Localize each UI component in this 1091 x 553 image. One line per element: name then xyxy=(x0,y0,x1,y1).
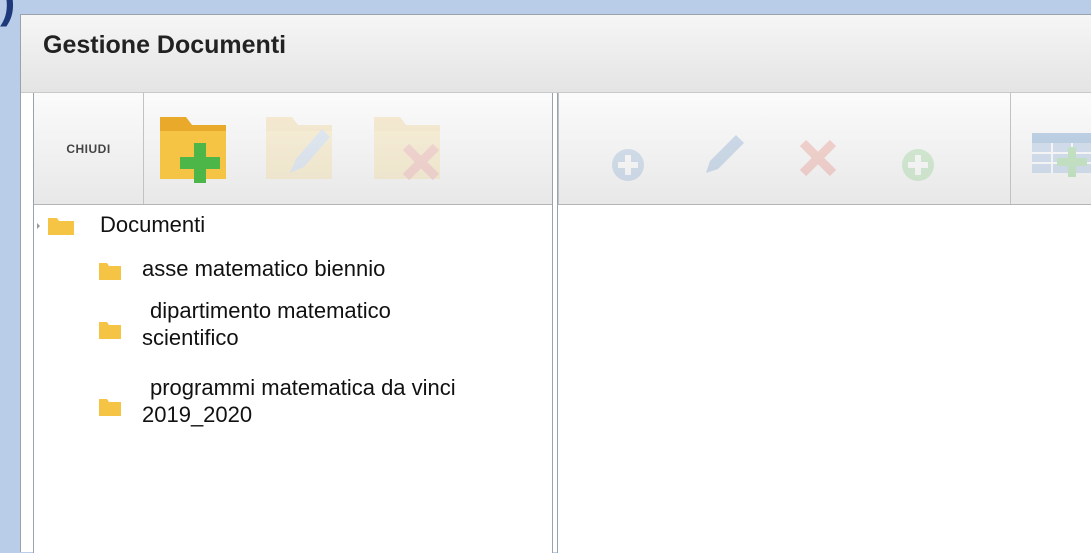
window-titlebar: Gestione Documenti xyxy=(21,15,1091,93)
close-button[interactable]: CHIUDI xyxy=(34,93,144,204)
documents-pane xyxy=(557,93,1091,553)
tree-item-label: scientifico xyxy=(142,325,239,350)
folder-add-icon xyxy=(160,117,226,183)
delete-icon[interactable] xyxy=(793,133,843,183)
folder-delete-icon xyxy=(374,117,440,181)
edit-folder-button[interactable] xyxy=(252,93,352,204)
toolbar-divider xyxy=(1010,93,1011,204)
tree-item-label: programmi matematica da vinci xyxy=(150,375,456,400)
background-decoration: ) xyxy=(0,0,16,27)
tree-item-label: dipartimento matematico xyxy=(150,298,391,323)
folder-icon xyxy=(99,399,121,416)
documents-action-group xyxy=(588,93,968,204)
add-icon[interactable] xyxy=(608,145,648,185)
close-button-label: CHIUDI xyxy=(66,141,111,156)
pencil-icon[interactable] xyxy=(698,131,748,181)
tree-item-dipartimento[interactable]: dipartimento matematico scientifico xyxy=(142,297,391,351)
folder-icon xyxy=(99,263,121,280)
folder-edit-icon xyxy=(266,117,332,179)
tree-item-asse-matematico[interactable]: asse matematico biennio xyxy=(142,255,385,282)
table-add-icon xyxy=(1032,133,1091,177)
documents-window: Gestione Documenti CHIUDI Documenti asse… xyxy=(20,14,1091,553)
tree-item-label: 2019_2020 xyxy=(142,402,253,427)
tree-root-documenti[interactable]: Documenti xyxy=(100,211,205,238)
new-folder-button[interactable] xyxy=(144,93,244,204)
tree-expander-icon[interactable] xyxy=(37,223,40,229)
documents-toolbar xyxy=(558,93,1091,205)
delete-folder-button[interactable] xyxy=(360,93,460,204)
toolbar-divider xyxy=(558,93,559,204)
add-green-icon[interactable] xyxy=(898,145,938,185)
tree-item-programmi[interactable]: programmi matematica da vinci 2019_2020 xyxy=(142,374,456,428)
folder-icon xyxy=(48,218,74,235)
folders-toolbar: CHIUDI xyxy=(34,93,552,205)
folder-icon xyxy=(99,322,121,339)
folders-pane: CHIUDI Documenti asse matematico biennio… xyxy=(33,93,553,553)
grid-add-button[interactable] xyxy=(1028,93,1091,204)
window-title: Gestione Documenti xyxy=(43,31,287,59)
